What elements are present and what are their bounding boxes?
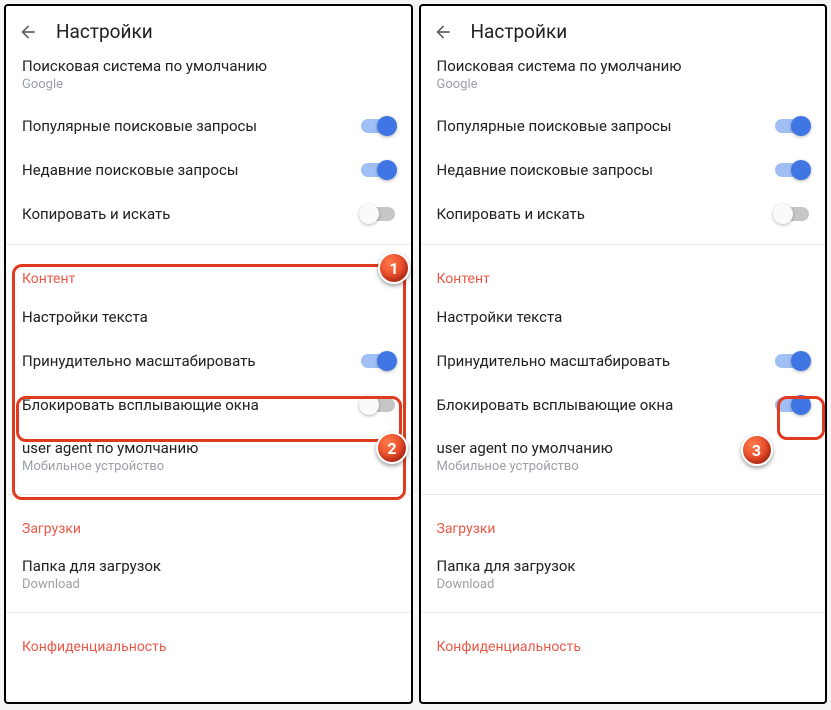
toggle-recent-queries[interactable]	[361, 163, 395, 177]
section-privacy-header: Конфиденциальность	[421, 621, 826, 663]
force-zoom-label: Принудительно масштабировать	[22, 352, 255, 370]
recent-queries-label: Недавние поисковые запросы	[22, 161, 238, 179]
toggle-block-popups[interactable]	[361, 398, 395, 412]
phone-left: Настройки Поисковая система по умолчанию…	[4, 4, 413, 704]
page-title: Настройки	[56, 20, 153, 43]
row-copy-search[interactable]: Копировать и искать	[421, 192, 826, 236]
toolbar: Настройки	[6, 6, 411, 57]
download-folder-label: Папка для загрузок	[22, 557, 161, 575]
download-folder-label: Папка для загрузок	[437, 557, 576, 575]
toggle-copy-search[interactable]	[361, 207, 395, 221]
user-agent-label: user agent по умолчанию	[22, 439, 198, 457]
row-search-engine[interactable]: Поисковая система по умолчанию Google	[421, 57, 826, 104]
toggle-popular-queries[interactable]	[361, 119, 395, 133]
toggle-popular-queries[interactable]	[775, 119, 809, 133]
toggle-copy-search[interactable]	[775, 207, 809, 221]
row-popular-queries[interactable]: Популярные поисковые запросы	[6, 104, 411, 148]
toggle-force-zoom[interactable]	[361, 354, 395, 368]
text-settings-label: Настройки текста	[22, 308, 148, 326]
row-copy-search[interactable]: Копировать и искать	[6, 192, 411, 236]
force-zoom-label: Принудительно масштабировать	[437, 352, 670, 370]
download-folder-value: Download	[437, 577, 576, 592]
divider	[421, 244, 826, 245]
divider	[421, 494, 826, 495]
row-force-zoom[interactable]: Принудительно масштабировать	[6, 339, 411, 383]
toggle-block-popups[interactable]	[775, 398, 809, 412]
search-engine-label: Поисковая система по умолчанию	[22, 57, 267, 75]
row-user-agent[interactable]: user agent по умолчанию Мобильное устрой…	[421, 427, 826, 486]
row-search-engine[interactable]: Поисковая система по умолчанию Google	[6, 57, 411, 104]
row-download-folder[interactable]: Папка для загрузок Download	[421, 545, 826, 604]
popular-queries-label: Популярные поисковые запросы	[22, 117, 257, 135]
row-recent-queries[interactable]: Недавние поисковые запросы	[6, 148, 411, 192]
user-agent-value: Мобильное устройство	[22, 459, 198, 474]
row-block-popups[interactable]: Блокировать всплывающие окна	[421, 383, 826, 427]
recent-queries-label: Недавние поисковые запросы	[437, 161, 653, 179]
section-downloads-header: Загрузки	[421, 503, 826, 545]
row-force-zoom[interactable]: Принудительно масштабировать	[421, 339, 826, 383]
toggle-recent-queries[interactable]	[775, 163, 809, 177]
section-downloads-header: Загрузки	[6, 503, 411, 545]
search-engine-label: Поисковая система по умолчанию	[437, 57, 682, 75]
divider	[6, 244, 411, 245]
back-arrow-icon[interactable]	[18, 22, 38, 42]
popular-queries-label: Популярные поисковые запросы	[437, 117, 672, 135]
row-user-agent[interactable]: user agent по умолчанию Мобильное устрой…	[6, 427, 411, 486]
row-block-popups[interactable]: Блокировать всплывающие окна	[6, 383, 411, 427]
toggle-force-zoom[interactable]	[775, 354, 809, 368]
phone-right: Настройки Поисковая система по умолчанию…	[419, 4, 828, 704]
divider	[6, 612, 411, 613]
row-text-settings[interactable]: Настройки текста	[6, 295, 411, 339]
block-popups-label: Блокировать всплывающие окна	[437, 396, 674, 414]
row-download-folder[interactable]: Папка для загрузок Download	[6, 545, 411, 604]
search-engine-value: Google	[22, 77, 267, 92]
divider	[6, 494, 411, 495]
download-folder-value: Download	[22, 577, 161, 592]
user-agent-label: user agent по умолчанию	[437, 439, 613, 457]
copy-search-label: Копировать и искать	[437, 205, 585, 223]
page-title: Настройки	[471, 20, 568, 43]
section-privacy-header: Конфиденциальность	[6, 621, 411, 663]
search-engine-value: Google	[437, 77, 682, 92]
divider	[421, 612, 826, 613]
settings-list: Поисковая система по умолчанию Google По…	[6, 57, 411, 702]
block-popups-label: Блокировать всплывающие окна	[22, 396, 259, 414]
settings-list: Поисковая система по умолчанию Google По…	[421, 57, 826, 702]
toolbar: Настройки	[421, 6, 826, 57]
back-arrow-icon[interactable]	[433, 22, 453, 42]
copy-search-label: Копировать и искать	[22, 205, 170, 223]
row-text-settings[interactable]: Настройки текста	[421, 295, 826, 339]
row-popular-queries[interactable]: Популярные поисковые запросы	[421, 104, 826, 148]
section-content-header: Контент	[421, 253, 826, 295]
user-agent-value: Мобильное устройство	[437, 459, 613, 474]
section-content-header: Контент	[6, 253, 411, 295]
row-recent-queries[interactable]: Недавние поисковые запросы	[421, 148, 826, 192]
text-settings-label: Настройки текста	[437, 308, 563, 326]
